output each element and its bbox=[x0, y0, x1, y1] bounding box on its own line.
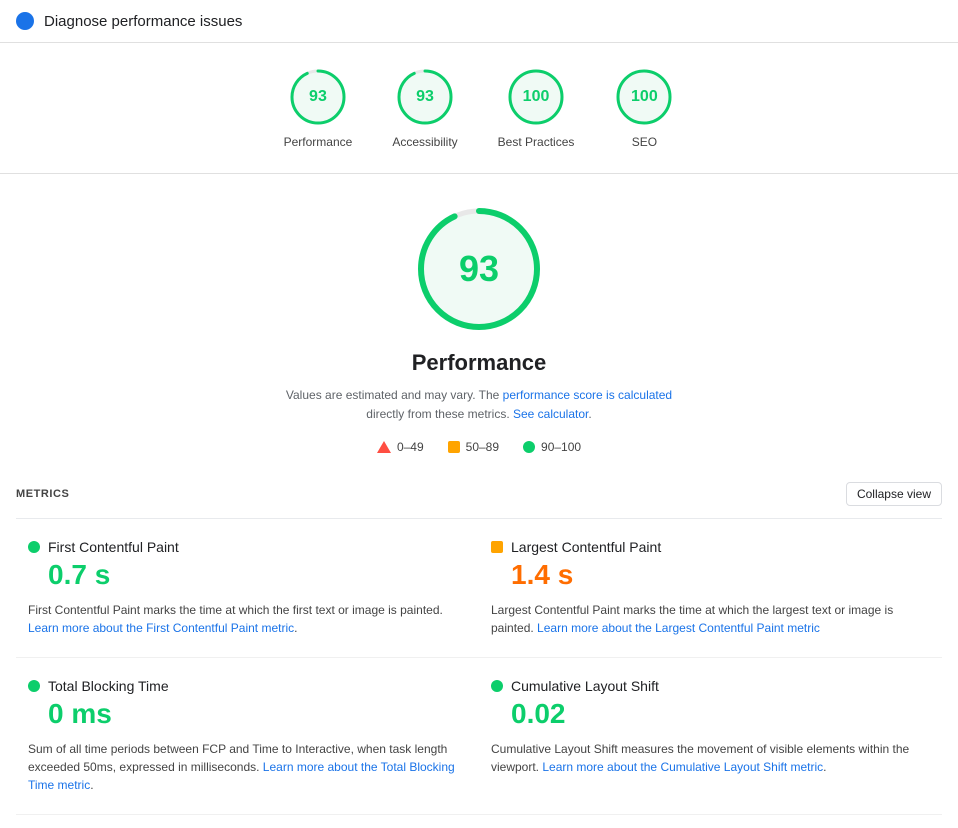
metric-value-fcp: 0.7 s bbox=[48, 559, 467, 591]
main-score-title: Performance bbox=[412, 350, 547, 376]
disclaimer: Values are estimated and may vary. The p… bbox=[269, 386, 689, 424]
calculator-link[interactable]: See calculator bbox=[513, 407, 588, 421]
score-value-accessibility: 93 bbox=[416, 88, 434, 106]
metric-header-cls: Cumulative Layout Shift bbox=[491, 678, 930, 694]
collapse-view-button[interactable]: Collapse view bbox=[846, 482, 942, 506]
metric-value-lcp: 1.4 s bbox=[511, 559, 930, 591]
main-score-section: 93 Performance Values are estimated and … bbox=[0, 174, 958, 470]
main-score-circle: 93 bbox=[414, 204, 544, 334]
metric-card-cls: Cumulative Layout Shift 0.02 Cumulative … bbox=[479, 658, 942, 815]
score-circle-accessibility: 93 bbox=[395, 67, 455, 127]
metric-dot-lcp bbox=[491, 541, 503, 553]
score-circle-seo: 100 bbox=[614, 67, 674, 127]
metrics-header: METRICS Collapse view bbox=[16, 470, 942, 519]
metrics-section: METRICS Collapse view First Contentful P… bbox=[0, 470, 958, 815]
score-label-accessibility: Accessibility bbox=[392, 135, 457, 149]
header-title: Diagnose performance issues bbox=[44, 13, 242, 30]
metric-desc-lcp: Largest Contentful Paint marks the time … bbox=[491, 601, 930, 637]
perf-score-link[interactable]: performance score is calculated bbox=[503, 388, 672, 402]
metrics-grid: First Contentful Paint 0.7 s First Conte… bbox=[16, 519, 942, 815]
score-circle-best-practices: 100 bbox=[506, 67, 566, 127]
metric-dot-tbt bbox=[28, 680, 40, 692]
legend-label-green: 90–100 bbox=[541, 440, 581, 454]
scores-section: 93 Performance 93 Accessibility 100 Best… bbox=[0, 43, 958, 174]
score-label-best-practices: Best Practices bbox=[498, 135, 575, 149]
metric-card-tbt: Total Blocking Time 0 ms Sum of all time… bbox=[16, 658, 479, 815]
header-icon bbox=[16, 12, 34, 30]
legend-label-red: 0–49 bbox=[397, 440, 424, 454]
green-circle-icon bbox=[523, 441, 535, 453]
score-label-performance: Performance bbox=[284, 135, 353, 149]
tbt-learn-more-link[interactable]: Learn more about the Total Blocking Time… bbox=[28, 760, 455, 792]
metric-value-tbt: 0 ms bbox=[48, 698, 467, 730]
metric-desc-cls: Cumulative Layout Shift measures the mov… bbox=[491, 740, 930, 776]
score-item-performance[interactable]: 93 Performance bbox=[284, 67, 353, 149]
metric-name-fcp: First Contentful Paint bbox=[48, 539, 179, 555]
cls-learn-more-link[interactable]: Learn more about the Cumulative Layout S… bbox=[542, 760, 823, 774]
header: Diagnose performance issues bbox=[0, 0, 958, 43]
metric-name-lcp: Largest Contentful Paint bbox=[511, 539, 661, 555]
legend: 0–49 50–89 90–100 bbox=[377, 440, 581, 454]
metrics-label: METRICS bbox=[16, 488, 69, 500]
metric-name-cls: Cumulative Layout Shift bbox=[511, 678, 659, 694]
metric-header-fcp: First Contentful Paint bbox=[28, 539, 467, 555]
metric-header-tbt: Total Blocking Time bbox=[28, 678, 467, 694]
score-value-performance: 93 bbox=[309, 88, 327, 106]
score-value-seo: 100 bbox=[631, 88, 658, 106]
metric-dot-fcp bbox=[28, 541, 40, 553]
score-label-seo: SEO bbox=[632, 135, 657, 149]
score-item-best-practices[interactable]: 100 Best Practices bbox=[498, 67, 575, 149]
legend-item-red: 0–49 bbox=[377, 440, 424, 454]
metric-dot-cls bbox=[491, 680, 503, 692]
metric-header-lcp: Largest Contentful Paint bbox=[491, 539, 930, 555]
orange-square-icon bbox=[448, 441, 460, 453]
legend-label-orange: 50–89 bbox=[466, 440, 499, 454]
score-item-seo[interactable]: 100 SEO bbox=[614, 67, 674, 149]
metric-value-cls: 0.02 bbox=[511, 698, 930, 730]
metric-card-lcp: Largest Contentful Paint 1.4 s Largest C… bbox=[479, 519, 942, 658]
score-value-best-practices: 100 bbox=[523, 88, 550, 106]
legend-item-orange: 50–89 bbox=[448, 440, 499, 454]
score-item-accessibility[interactable]: 93 Accessibility bbox=[392, 67, 457, 149]
red-triangle-icon bbox=[377, 441, 391, 453]
main-score-value: 93 bbox=[459, 248, 499, 290]
lcp-learn-more-link[interactable]: Learn more about the Largest Contentful … bbox=[537, 621, 820, 635]
score-circle-performance: 93 bbox=[288, 67, 348, 127]
fcp-learn-more-link[interactable]: Learn more about the First Contentful Pa… bbox=[28, 621, 294, 635]
metric-card-fcp: First Contentful Paint 0.7 s First Conte… bbox=[16, 519, 479, 658]
metric-desc-fcp: First Contentful Paint marks the time at… bbox=[28, 601, 467, 637]
metric-desc-tbt: Sum of all time periods between FCP and … bbox=[28, 740, 467, 794]
metric-name-tbt: Total Blocking Time bbox=[48, 678, 169, 694]
legend-item-green: 90–100 bbox=[523, 440, 581, 454]
